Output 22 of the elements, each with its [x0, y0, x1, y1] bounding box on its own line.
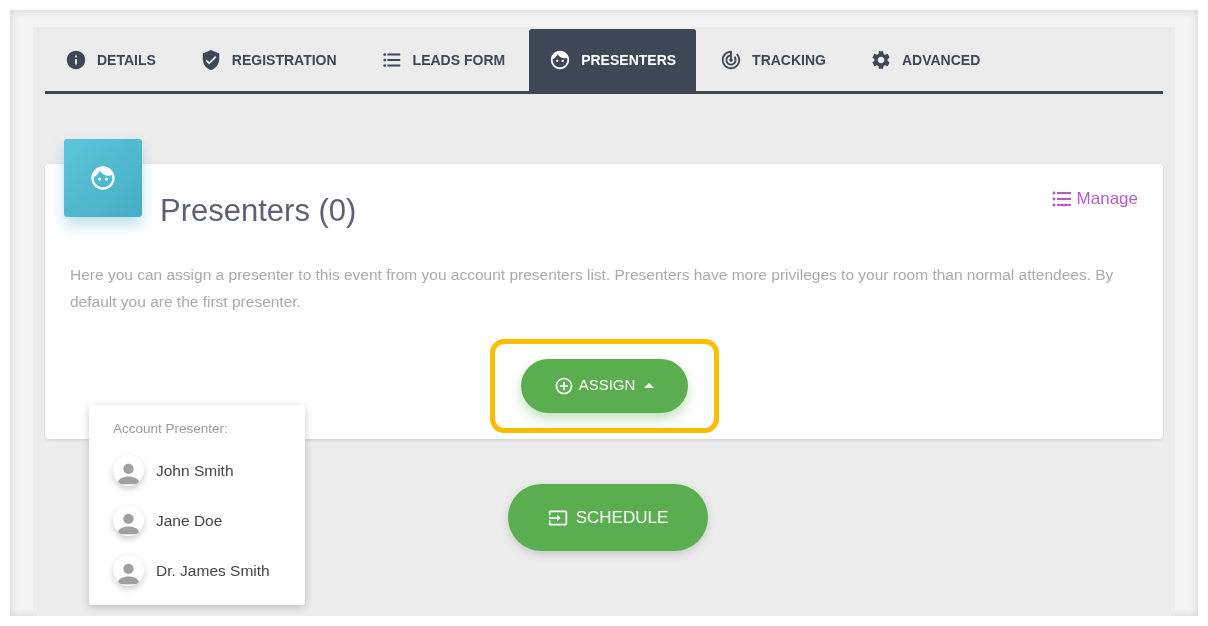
card-title: Presenters (0)	[160, 192, 357, 230]
tab[interactable]: PRESENTERS	[529, 29, 697, 91]
avatar-icon	[113, 554, 144, 586]
tab[interactable]: DETAILS	[45, 29, 176, 91]
avatar-icon	[113, 454, 144, 486]
presenter-menu-item[interactable]: John Smith	[113, 445, 281, 496]
tab[interactable]: ADVANCED	[850, 29, 1001, 91]
settings-icon	[870, 49, 892, 71]
tab[interactable]: LEADS FORM	[360, 29, 526, 91]
face-icon	[89, 164, 117, 192]
card-description: Here you can assign a presenter to this event from you account presenters list. Presenters have more privileges to your room than normal attendees. By default you are the first presenter.	[70, 264, 1115, 312]
info-icon	[65, 49, 87, 71]
tab[interactable]: TRACKING	[700, 29, 846, 91]
caret-up-icon	[644, 383, 655, 388]
menu-heading: Account Presenter:	[113, 420, 229, 438]
presenter-menu-item[interactable]: Dr. James Smith	[113, 545, 281, 596]
face-icon	[549, 49, 572, 71]
manage-link[interactable]: Manage	[1049, 186, 1138, 212]
tab[interactable]: REGISTRATION	[179, 29, 357, 91]
avatar-icon	[113, 504, 144, 536]
presenter-menu-item[interactable]: Jane Doe	[113, 495, 281, 546]
target-icon	[720, 49, 743, 71]
